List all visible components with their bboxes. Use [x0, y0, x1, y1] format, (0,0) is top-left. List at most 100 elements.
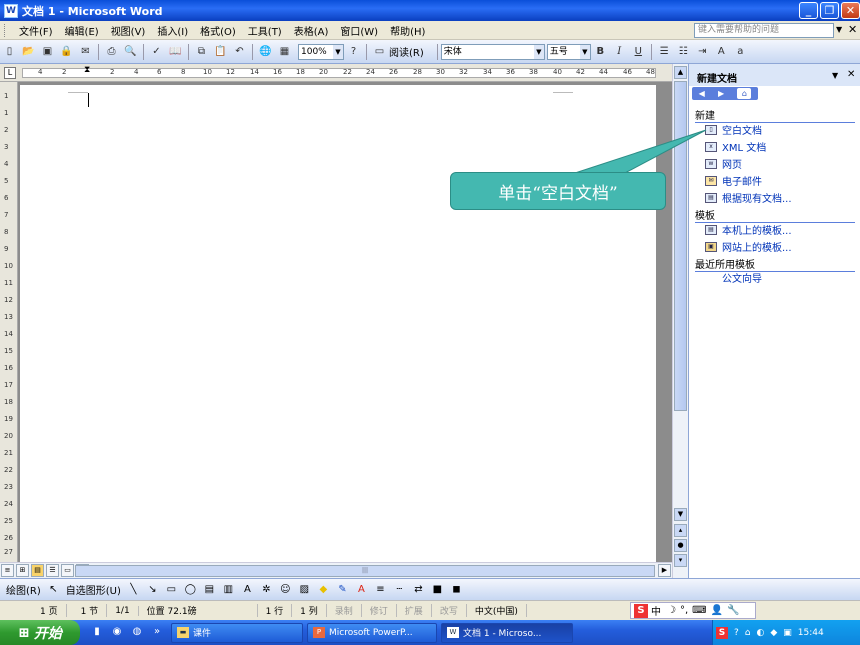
- link-blank-document[interactable]: ▯ 空白文档: [705, 122, 762, 137]
- scroll-up-icon[interactable]: ▲: [674, 66, 687, 79]
- moon-icon[interactable]: ☽: [667, 605, 676, 616]
- tab-selector-icon[interactable]: L: [4, 67, 16, 79]
- spelling-icon[interactable]: ✓: [148, 43, 165, 60]
- draw-menu[interactable]: 绘图(R): [6, 582, 41, 597]
- textbox-icon[interactable]: ▤: [202, 584, 217, 596]
- rectangle-icon[interactable]: ▭: [164, 584, 179, 596]
- network-icon[interactable]: ⌂: [745, 628, 751, 638]
- help-icon[interactable]: ?: [345, 43, 362, 60]
- menu-file[interactable]: 文件(F): [13, 23, 59, 38]
- taskbar-item-word[interactable]: W 文档 1 - Microso...: [441, 622, 573, 643]
- print-preview-icon[interactable]: 🔍: [122, 43, 139, 60]
- grow-font-icon[interactable]: A: [713, 43, 730, 60]
- menu-format[interactable]: 格式(O): [194, 23, 242, 38]
- link-document-wizard[interactable]: 公文向导: [722, 270, 762, 285]
- select-arrow-icon[interactable]: ↖: [46, 584, 61, 596]
- quicklaunch-icon[interactable]: ◉: [110, 626, 124, 640]
- back-icon[interactable]: ◀: [699, 89, 705, 98]
- chevron-down-icon[interactable]: ▼: [533, 44, 544, 59]
- clipart-icon[interactable]: ☺: [278, 584, 293, 596]
- normal-view-icon[interactable]: ≡: [1, 564, 14, 577]
- line-color-icon[interactable]: ✎: [335, 584, 350, 596]
- shadow-icon[interactable]: ■: [430, 584, 445, 596]
- diagram-icon[interactable]: ✲: [259, 584, 274, 596]
- bold-button[interactable]: B: [592, 43, 609, 60]
- picture-icon[interactable]: ▨: [297, 584, 312, 596]
- previous-page-icon[interactable]: ▴: [674, 524, 687, 537]
- user-icon[interactable]: 👤: [711, 605, 723, 616]
- help-tray-icon[interactable]: ?: [734, 628, 739, 638]
- volume-icon[interactable]: ◐: [757, 628, 765, 638]
- research-icon[interactable]: 📖: [167, 43, 184, 60]
- restore-button[interactable]: ❐: [820, 2, 839, 19]
- font-select[interactable]: 宋体 ▼: [440, 43, 545, 60]
- undo-icon[interactable]: ↶: [231, 43, 248, 60]
- wrench-icon[interactable]: 🔧: [727, 605, 739, 616]
- minimize-button[interactable]: _: [799, 2, 818, 19]
- security-icon[interactable]: ◆: [770, 628, 777, 638]
- menu-tools[interactable]: 工具(T): [242, 23, 288, 38]
- menu-table[interactable]: 表格(A): [288, 23, 335, 38]
- chevron-down-icon[interactable]: ▼: [333, 44, 343, 59]
- taskbar-item-powerpoint[interactable]: P Microsoft PowerP...: [307, 622, 437, 643]
- print-icon[interactable]: ⎙: [103, 43, 120, 60]
- numbering-icon[interactable]: ☰: [656, 43, 673, 60]
- italic-button[interactable]: I: [611, 43, 628, 60]
- font-color-icon[interactable]: A: [354, 584, 369, 596]
- punctuation-icon[interactable]: °,: [680, 605, 688, 616]
- sogou-tray-icon[interactable]: S: [716, 626, 728, 639]
- vertical-textbox-icon[interactable]: ▥: [221, 584, 236, 596]
- menu-view[interactable]: 视图(V): [105, 23, 152, 38]
- read-mode-label[interactable]: 阅读(R): [389, 44, 424, 59]
- chevron-down-icon[interactable]: ▼: [832, 71, 838, 80]
- quicklaunch-icon[interactable]: ◍: [130, 626, 144, 640]
- link-email[interactable]: ✉ 电子邮件: [705, 173, 762, 188]
- chevron-down-icon[interactable]: ▼: [579, 44, 590, 59]
- status-track[interactable]: 修订: [362, 604, 397, 617]
- clock[interactable]: 15:44: [798, 628, 824, 638]
- oval-icon[interactable]: ◯: [183, 584, 198, 596]
- home-icon[interactable]: ⌂: [737, 88, 752, 99]
- taskbar-item-folder[interactable]: ▬ 课件: [171, 622, 303, 643]
- web-view-icon[interactable]: ⊞: [16, 564, 29, 577]
- ime-mode[interactable]: 中: [651, 603, 661, 618]
- quicklaunch-icon[interactable]: ▮: [90, 626, 104, 640]
- help-question-input[interactable]: 键入需要帮助的问题: [694, 23, 834, 38]
- next-page-icon[interactable]: ▾: [674, 554, 687, 567]
- arrow-style-icon[interactable]: ⇄: [411, 584, 426, 596]
- display-icon[interactable]: ▣: [783, 628, 792, 638]
- start-button[interactable]: ⊞ 开始: [0, 620, 80, 645]
- outline-view-icon[interactable]: ☰: [46, 564, 59, 577]
- browse-object-icon[interactable]: ●: [674, 539, 687, 552]
- paste-icon[interactable]: 📋: [212, 43, 229, 60]
- menu-window[interactable]: 窗口(W): [334, 23, 384, 38]
- status-extend[interactable]: 扩展: [397, 604, 432, 617]
- link-local-templates[interactable]: ▤ 本机上的模板...: [705, 222, 792, 237]
- scroll-right-icon[interactable]: ▶: [658, 564, 671, 577]
- quicklaunch-more-icon[interactable]: »: [150, 626, 164, 640]
- email-icon[interactable]: ✉: [77, 43, 94, 60]
- 3d-icon[interactable]: ◼: [449, 584, 464, 596]
- ime-toolbar[interactable]: S 中 ☽ °, ⌨ 👤 🔧: [630, 602, 756, 619]
- line-icon[interactable]: ╲: [126, 584, 141, 596]
- menu-help[interactable]: 帮助(H): [384, 23, 431, 38]
- arrow-icon[interactable]: ↘: [145, 584, 160, 596]
- zoom-select[interactable]: 100% ▼: [298, 43, 344, 60]
- horizontal-scroll-thumb[interactable]: |||: [75, 565, 655, 577]
- forward-icon[interactable]: ▶: [718, 89, 724, 98]
- vertical-scrollbar[interactable]: ▲ ▼ ▴ ● ▾: [672, 64, 688, 578]
- status-overtype[interactable]: 改写: [432, 604, 467, 617]
- open-icon[interactable]: 📂: [20, 43, 37, 60]
- dash-style-icon[interactable]: ┄: [392, 584, 407, 596]
- indent-icon[interactable]: ⇥: [694, 43, 711, 60]
- menu-insert[interactable]: 插入(I): [151, 23, 194, 38]
- link-xml-document[interactable]: x XML 文档: [705, 139, 766, 154]
- scroll-thumb[interactable]: [674, 81, 687, 411]
- permission-icon[interactable]: 🔒: [58, 43, 75, 60]
- link-web-page[interactable]: w 网页: [705, 156, 742, 171]
- size-select[interactable]: 五号 ▼: [546, 43, 591, 60]
- menu-grip[interactable]: [4, 23, 7, 37]
- scroll-down-icon[interactable]: ▼: [674, 508, 687, 521]
- menu-edit[interactable]: 编辑(E): [59, 23, 105, 38]
- status-record[interactable]: 录制: [327, 604, 362, 617]
